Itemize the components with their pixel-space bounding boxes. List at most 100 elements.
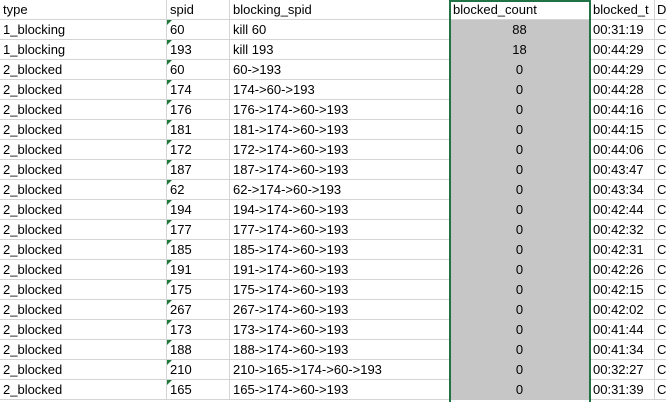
cell-spid[interactable]: 210 [167, 360, 230, 380]
cell-type[interactable]: 2_blocked [0, 360, 167, 380]
cell-blocking-spid[interactable]: 181->174->60->193 [230, 120, 450, 140]
cell-blocked-time[interactable]: 00:42:26 [590, 260, 655, 280]
cell-blocked-time[interactable]: 00:31:19 [590, 20, 655, 40]
cell-type[interactable]: 2_blocked [0, 240, 167, 260]
cell-blocked-time[interactable]: 00:44:29 [590, 40, 655, 60]
cell-blocked-time[interactable]: 00:44:16 [590, 100, 655, 120]
cell-type[interactable]: 2_blocked [0, 220, 167, 240]
cell-blocked-time[interactable]: 00:43:34 [590, 180, 655, 200]
cell-spid[interactable]: 177 [167, 220, 230, 240]
cell-blocked-count[interactable]: 0 [450, 240, 590, 260]
cell-next[interactable]: C [655, 120, 666, 140]
cell-spid[interactable]: 194 [167, 200, 230, 220]
cell-blocked-count[interactable]: 0 [450, 360, 590, 380]
spreadsheet-grid[interactable]: type spid blocking_spid blocked_count bl… [0, 0, 666, 402]
cell-blocked-count[interactable]: 0 [450, 120, 590, 140]
cell-blocking-spid[interactable]: 62->174->60->193 [230, 180, 450, 200]
cell-blocking-spid[interactable]: 175->174->60->193 [230, 280, 450, 300]
cell-next[interactable]: C [655, 320, 666, 340]
cell-next[interactable]: C [655, 140, 666, 160]
cell-blocked-count[interactable]: 0 [450, 340, 590, 360]
cell-blocked-count[interactable]: 0 [450, 380, 590, 400]
header-cell-blocking-spid[interactable]: blocking_spid [230, 0, 450, 20]
cell-spid[interactable]: 176 [167, 100, 230, 120]
cell-blocking-spid[interactable]: 176->174->60->193 [230, 100, 450, 120]
cell-type[interactable]: 2_blocked [0, 80, 167, 100]
cell-blocked-time[interactable]: 00:42:32 [590, 220, 655, 240]
cell-next[interactable]: C [655, 300, 666, 320]
cell-next[interactable]: C [655, 280, 666, 300]
cell-blocking-spid[interactable]: 165->174->60->193 [230, 380, 450, 400]
cell-type[interactable]: 2_blocked [0, 180, 167, 200]
cell-blocking-spid[interactable]: kill 193 [230, 40, 450, 60]
header-cell-type[interactable]: type [0, 0, 167, 20]
cell-type[interactable]: 2_blocked [0, 200, 167, 220]
cell-blocked-count[interactable]: 0 [450, 160, 590, 180]
cell-spid[interactable]: 62 [167, 180, 230, 200]
cell-spid[interactable]: 60 [167, 20, 230, 40]
cell-spid[interactable]: 187 [167, 160, 230, 180]
cell-blocked-count[interactable]: 0 [450, 80, 590, 100]
cell-type[interactable]: 2_blocked [0, 100, 167, 120]
cell-type[interactable]: 1_blocking [0, 20, 167, 40]
cell-blocking-spid[interactable]: 267->174->60->193 [230, 300, 450, 320]
cell-blocking-spid[interactable]: 187->174->60->193 [230, 160, 450, 180]
cell-blocked-time[interactable]: 00:32:27 [590, 360, 655, 380]
cell-blocked-time[interactable]: 00:42:02 [590, 300, 655, 320]
cell-spid[interactable]: 193 [167, 40, 230, 60]
cell-blocked-count[interactable]: 0 [450, 200, 590, 220]
cell-blocked-time[interactable]: 00:44:15 [590, 120, 655, 140]
cell-blocking-spid[interactable]: kill 60 [230, 20, 450, 40]
cell-blocked-count[interactable]: 0 [450, 260, 590, 280]
cell-type[interactable]: 2_blocked [0, 260, 167, 280]
cell-type[interactable]: 2_blocked [0, 280, 167, 300]
cell-spid[interactable]: 165 [167, 380, 230, 400]
cell-type[interactable]: 2_blocked [0, 60, 167, 80]
header-cell-spid[interactable]: spid [167, 0, 230, 20]
cell-blocked-count[interactable]: 0 [450, 100, 590, 120]
cell-blocked-time[interactable]: 00:41:34 [590, 340, 655, 360]
cell-spid[interactable]: 60 [167, 60, 230, 80]
cell-blocked-time[interactable]: 00:42:44 [590, 200, 655, 220]
cell-next[interactable]: C [655, 60, 666, 80]
cell-blocked-time[interactable]: 00:44:06 [590, 140, 655, 160]
cell-next[interactable]: C [655, 260, 666, 280]
cell-blocked-count[interactable]: 0 [450, 180, 590, 200]
cell-blocked-count[interactable]: 0 [450, 60, 590, 80]
cell-blocked-count[interactable]: 0 [450, 140, 590, 160]
cell-blocking-spid[interactable]: 172->174->60->193 [230, 140, 450, 160]
cell-blocking-spid[interactable]: 177->174->60->193 [230, 220, 450, 240]
cell-type[interactable]: 1_blocking [0, 40, 167, 60]
cell-type[interactable]: 2_blocked [0, 340, 167, 360]
cell-spid[interactable]: 174 [167, 80, 230, 100]
cell-type[interactable]: 2_blocked [0, 320, 167, 340]
cell-next[interactable]: C [655, 160, 666, 180]
cell-blocked-time[interactable]: 00:41:44 [590, 320, 655, 340]
cell-blocking-spid[interactable]: 174->60->193 [230, 80, 450, 100]
cell-blocked-count[interactable]: 88 [450, 20, 590, 40]
header-cell-next[interactable]: D [655, 0, 666, 20]
cell-next[interactable]: C [655, 180, 666, 200]
cell-blocked-time[interactable]: 00:43:47 [590, 160, 655, 180]
cell-blocked-count[interactable]: 0 [450, 300, 590, 320]
cell-spid[interactable]: 181 [167, 120, 230, 140]
cell-next[interactable]: C [655, 360, 666, 380]
cell-blocked-time[interactable]: 00:42:15 [590, 280, 655, 300]
cell-blocking-spid[interactable]: 194->174->60->193 [230, 200, 450, 220]
cell-spid[interactable]: 191 [167, 260, 230, 280]
cell-blocking-spid[interactable]: 60->193 [230, 60, 450, 80]
cell-next[interactable]: C [655, 40, 666, 60]
cell-blocking-spid[interactable]: 173->174->60->193 [230, 320, 450, 340]
cell-spid[interactable]: 188 [167, 340, 230, 360]
cell-blocked-count[interactable]: 0 [450, 320, 590, 340]
cell-next[interactable]: C [655, 20, 666, 40]
cell-spid[interactable]: 173 [167, 320, 230, 340]
cell-next[interactable]: C [655, 380, 666, 400]
cell-type[interactable]: 2_blocked [0, 140, 167, 160]
cell-next[interactable]: C [655, 100, 666, 120]
cell-type[interactable]: 2_blocked [0, 160, 167, 180]
cell-blocked-time[interactable]: 00:31:39 [590, 380, 655, 400]
cell-blocked-count[interactable]: 0 [450, 280, 590, 300]
header-cell-blocked-time[interactable]: blocked_t [590, 0, 655, 20]
cell-blocked-time[interactable]: 00:44:28 [590, 80, 655, 100]
